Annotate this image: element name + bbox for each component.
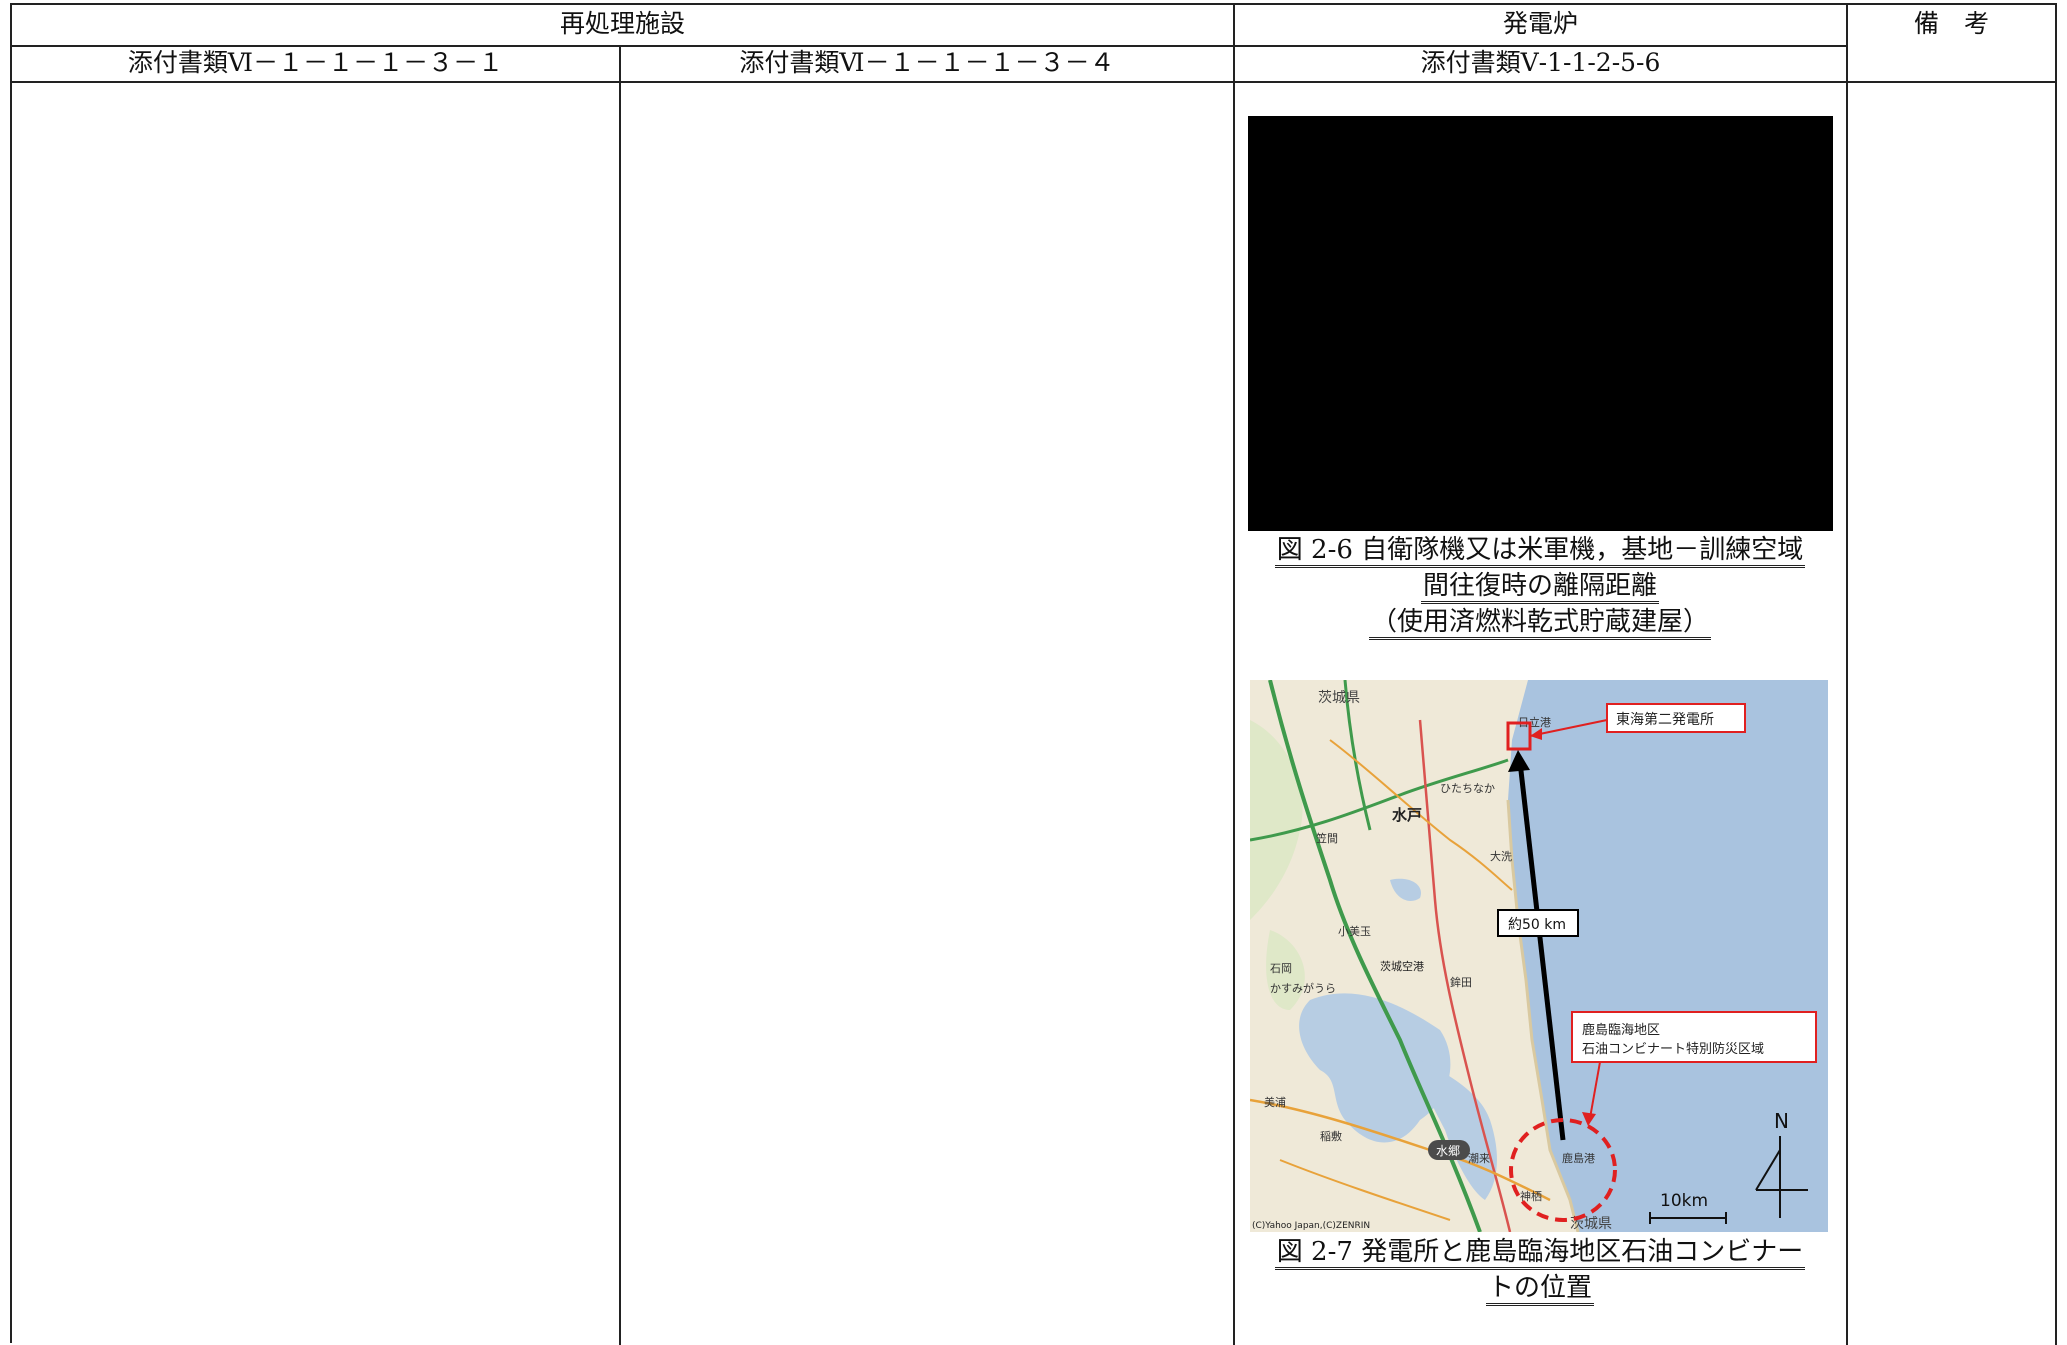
place-ishioka: 石岡 xyxy=(1270,962,1292,975)
kashima-label-line1: 鹿島臨海地区 xyxy=(1582,1022,1660,1038)
figure-2-7-caption: 図 2-7 発電所と鹿島臨海地区石油コンビナー トの位置 xyxy=(1240,1234,1840,1306)
place-kasama: 笠間 xyxy=(1316,831,1338,845)
header-reprocessing-facility: 再処理施設 xyxy=(559,9,685,38)
place-itako: 潮来 xyxy=(1468,1151,1490,1165)
map-copyright: (C)Yahoo Japan,(C)ZENRIN xyxy=(1252,1221,1370,1231)
header-attachment-col1: 添付書類Ⅵ－１－１－１－３－１ xyxy=(127,48,504,77)
place-inashiki: 稲敷 xyxy=(1320,1129,1342,1143)
north-label: N xyxy=(1774,1109,1789,1133)
figure-2-6-caption-line2: 間往復時の離隔距離 xyxy=(1420,571,1659,604)
column-divider-2 xyxy=(1233,5,1235,1345)
place-hokota: 鉾田 xyxy=(1450,975,1472,989)
figure-2-6-caption-line1: 図 2-6 自衛隊機又は米軍機，基地－訓練空域 xyxy=(1274,535,1806,568)
place-miho: 美浦 xyxy=(1264,1096,1286,1109)
figure-2-7-caption-line2: トの位置 xyxy=(1485,1273,1594,1306)
header-attachment-col3: 添付書類Ⅴ-1-1-2-5-6 xyxy=(1420,48,1661,77)
header-attachment-col2: 添付書類Ⅵ－１－１－１－３－４ xyxy=(739,48,1115,77)
place-ibaraki-airport: 茨城空港 xyxy=(1380,959,1424,973)
header-row-divider xyxy=(12,45,1848,47)
figure-2-6-caption-line3: （使用済燃料乾式貯蔵建屋） xyxy=(1368,607,1711,640)
figure-2-7-caption-line1: 図 2-7 発電所と鹿島臨海地区石油コンビナー xyxy=(1274,1237,1806,1270)
header-remarks: 備 考 xyxy=(1913,9,1989,38)
place-ibaraki-top: 茨城県 xyxy=(1318,690,1360,706)
place-oarai: 大洗 xyxy=(1490,849,1512,863)
kashima-label-line2: 石油コンビナート特別防災区域 xyxy=(1582,1041,1764,1057)
location-map: 茨城県 日立港 水戸 ひたちなか 笠間 大洗 小美玉 石岡 茨城空港 鉾田 かす… xyxy=(1250,680,1828,1232)
masked-figure-2-6 xyxy=(1248,116,1833,531)
table-right-edge xyxy=(2055,5,2057,1345)
place-kashima-port: 鹿島港 xyxy=(1562,1151,1595,1165)
column-divider-1 xyxy=(619,47,621,1345)
header-power-reactor: 発電炉 xyxy=(1502,9,1578,38)
place-hitachinaka: ひたちなか xyxy=(1440,782,1495,795)
column-divider-3 xyxy=(1846,5,1848,1345)
place-suigo: 水郷 xyxy=(1436,1144,1460,1158)
header-bottom-rule xyxy=(12,81,2057,83)
place-kasumigaura: かすみがうら xyxy=(1270,981,1336,995)
plant-label: 東海第二発電所 xyxy=(1616,711,1714,728)
figure-2-6-caption: 図 2-6 自衛隊機又は米軍機，基地－訓練空域 間往復時の離隔距離 （使用済燃料… xyxy=(1240,532,1840,640)
scale-label: 10km xyxy=(1660,1191,1708,1211)
distance-label: 約50 km xyxy=(1508,917,1566,933)
place-omitama: 小美玉 xyxy=(1338,925,1371,938)
place-mito: 水戸 xyxy=(1392,806,1422,824)
